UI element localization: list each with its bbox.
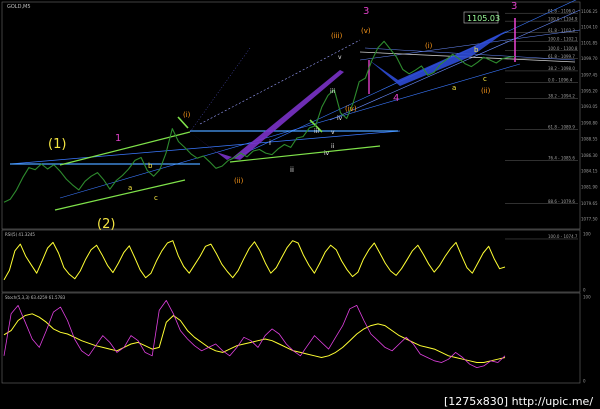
indicator-tick-label: 0 <box>583 288 586 293</box>
price-tick-label: 1095.20 <box>581 89 598 94</box>
price-tick-label: 1104.10 <box>581 24 598 29</box>
wave-label: (ii) <box>234 177 244 185</box>
price-box-value: 1105.03 <box>467 14 500 23</box>
wave-label: (ii) <box>481 87 491 95</box>
price-tick-label: 1101.85 <box>581 41 598 46</box>
indicator-tick-label: 100 <box>583 295 591 300</box>
price-tick-label: 1099.70 <box>581 56 598 61</box>
wave-label: 1 <box>115 133 121 144</box>
fib-level-label: 76.4 - 1085.6 <box>548 156 575 161</box>
wave-label: 3 <box>363 6 369 17</box>
wave-label: (1) <box>48 137 66 152</box>
fib-level-label: 100.0 - 1074.7 <box>548 234 578 239</box>
wave-label: ii <box>331 143 335 150</box>
wave-label: iii <box>330 88 335 95</box>
wave-label: c <box>483 75 487 83</box>
wave-label: iii <box>314 128 319 135</box>
wave-label: b <box>474 46 479 54</box>
watermark: [1275x830] http://upic.me/ <box>444 395 593 408</box>
price-axis: 1106.25 1104.10 1101.85 1099.70 1097.45 1095.… <box>581 9 598 221</box>
wave-label: c <box>154 194 158 202</box>
wave-label: (iv) <box>345 105 357 113</box>
wave-label: (iii) <box>331 32 343 40</box>
fib-level-label: 100.0 - 1102.1 <box>548 37 578 42</box>
wave-label: (i) <box>183 111 191 119</box>
wave-label: (v) <box>361 27 371 35</box>
price-tick-label: 1081.90 <box>581 185 598 190</box>
price-tick-label: 1084.15 <box>581 168 598 173</box>
fib-level-label: 61.8 - 1103.3 <box>548 28 575 33</box>
fib-level-label: 61.8 - 1099.7 <box>548 54 575 59</box>
price-tick-label: 1086.30 <box>581 153 598 158</box>
wave-label: (i) <box>425 42 433 50</box>
wave-label: v <box>331 129 335 136</box>
rsi-label: RSI(5) 41.3245 <box>5 232 35 237</box>
wave-label: (2) <box>97 217 115 232</box>
price-tick-label: 1079.65 <box>581 201 598 206</box>
stoch-axis: 100 0 <box>583 295 591 384</box>
indicator-tick-label: 0 <box>583 379 586 384</box>
price-tick-label: 1093.05 <box>581 104 598 109</box>
price-tick-label: 1090.80 <box>581 120 598 125</box>
fib-level-label: 100.0 - 1104.9 <box>548 16 578 21</box>
symbol-label: GOLD,M5 <box>7 4 31 10</box>
fib-level-label: 100.0 - 1100.8 <box>548 46 578 51</box>
chart-canvas: GOLD,M5 RSI(5) 41.3245 Stoch(5,3,3) 63.4… <box>1 0 600 409</box>
wave-label: v <box>338 54 342 61</box>
wave-label: b <box>148 162 153 170</box>
price-tick-label: 1088.55 <box>581 137 598 142</box>
fib-level-label: 38.2 - 1094.2 <box>548 94 575 99</box>
fib-level-label: 88.6 - 1079.6 <box>548 199 575 204</box>
indicator-tick-label: 100 <box>583 232 591 237</box>
price-tick-label: 1077.50 <box>581 216 598 221</box>
fib-level-label: 38.2 - 1098.0 <box>548 66 575 71</box>
wave-label: a <box>128 184 132 192</box>
wave-label: a <box>452 84 456 92</box>
wave-label: 4 <box>393 93 399 104</box>
stoch-panel <box>1 292 581 384</box>
wave-label: iv <box>324 150 330 157</box>
stoch-label: Stoch(5,3,3) 63.4259 61.5783 <box>5 295 66 300</box>
wave-label: ii <box>290 166 294 174</box>
rsi-axis: 100 0 <box>583 232 591 293</box>
fib-level-label: 61.8 - 1089.9 <box>548 125 575 130</box>
wave-label: 3 <box>511 1 517 12</box>
price-tick-label: 1106.25 <box>581 9 598 14</box>
wave-label: i <box>269 139 271 147</box>
rsi-panel <box>1 229 581 293</box>
price-tick-label: 1097.45 <box>581 72 598 77</box>
wave-label: iv <box>337 115 343 122</box>
fib-level-label: 0.0 - 1096.4 <box>548 78 573 83</box>
